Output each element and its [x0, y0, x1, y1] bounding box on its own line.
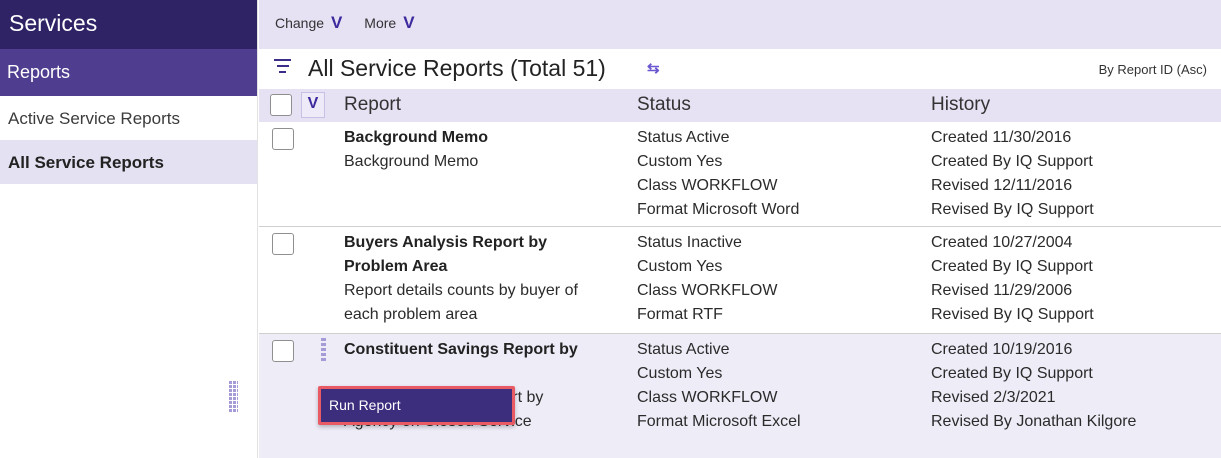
status-cell: Status Active Custom Yes Class WORKFLOW …	[637, 126, 927, 222]
more-label: More	[364, 15, 397, 31]
class-line: Class WORKFLOW	[637, 282, 778, 299]
sidebar-section-reports[interactable]: Reports	[0, 49, 257, 96]
status-cell: Status Inactive Custom Yes Class WORKFLO…	[637, 231, 927, 327]
history-cell: Created 10/19/2016 Created By IQ Support…	[931, 338, 1221, 434]
sidebar-item-active-service-reports[interactable]: Active Service Reports	[0, 96, 257, 140]
custom-line: Custom Yes	[637, 365, 723, 382]
format-line: Format RTF	[637, 306, 723, 323]
report-name-line[interactable]: Buyers Analysis Report by	[344, 231, 644, 255]
created-by-line: Created By IQ Support	[931, 365, 1093, 382]
report-name[interactable]: Background Memo	[344, 126, 644, 150]
history-cell: Created 11/30/2016 Created By IQ Support…	[931, 126, 1221, 222]
history-cell: Created 10/27/2004 Created By IQ Support…	[931, 231, 1221, 327]
sort-selector[interactable]: By Report ID (Asc)	[1099, 62, 1207, 77]
row-checkbox[interactable]	[272, 128, 294, 150]
report-name[interactable]: Constituent Savings Report by	[344, 338, 644, 362]
report-description-line: each problem area	[344, 306, 478, 323]
select-dropdown-chevron-icon[interactable]: V	[301, 92, 325, 118]
chevron-down-icon: V	[403, 13, 415, 32]
report-cell: Background Memo Background Memo	[344, 126, 644, 174]
report-cell: Buyers Analysis Report by Problem Area R…	[344, 231, 644, 327]
select-all-checkbox[interactable]	[270, 94, 292, 116]
run-report-menu-item[interactable]: Run Report	[318, 386, 515, 425]
status-cell: Status Active Custom Yes Class WORKFLOW …	[637, 338, 927, 434]
table-row[interactable]: Buyers Analysis Report by Problem Area R…	[259, 227, 1221, 334]
created-line: Created 10/19/2016	[931, 341, 1073, 358]
panel-resize-grip[interactable]	[229, 380, 238, 413]
page-title: All Service Reports (Total 51)	[308, 55, 606, 81]
format-line: Format Microsoft Excel	[637, 413, 801, 430]
status-line: Status Active	[637, 129, 730, 146]
revised-line: Revised 12/11/2016	[931, 177, 1073, 194]
created-by-line: Created By IQ Support	[931, 153, 1093, 170]
revised-by-line: Revised By IQ Support	[931, 306, 1094, 323]
sidebar-item-all-service-reports[interactable]: All Service Reports	[0, 140, 257, 184]
column-header: V Report Status History	[259, 89, 1221, 122]
toolbar: Change V More V	[259, 0, 1221, 49]
filter-lines-icon[interactable]	[274, 59, 291, 75]
format-line: Format Microsoft Word	[637, 201, 800, 218]
refresh-icon[interactable]: ⇆	[647, 59, 660, 77]
change-menu-button[interactable]: Change V	[275, 13, 343, 32]
custom-line: Custom Yes	[637, 258, 723, 275]
custom-line: Custom Yes	[637, 153, 723, 170]
created-line: Created 10/27/2004	[931, 234, 1073, 251]
revised-line: Revised 2/3/2021	[931, 389, 1056, 406]
sidebar: Services Reports Active Service Reports …	[0, 0, 258, 458]
created-by-line: Created By IQ Support	[931, 258, 1093, 275]
report-description-line: Report details counts by buyer of	[344, 282, 578, 299]
drag-handle-icon[interactable]	[321, 338, 326, 362]
list-header: All Service Reports (Total 51) ⇆ By Repo…	[259, 49, 1221, 89]
class-line: Class WORKFLOW	[637, 177, 778, 194]
status-line: Status Inactive	[637, 234, 742, 251]
revised-by-line: Revised By IQ Support	[931, 201, 1094, 218]
sidebar-title: Services	[0, 0, 257, 49]
revised-line: Revised 11/29/2006	[931, 282, 1073, 299]
created-line: Created 11/30/2016	[931, 129, 1072, 146]
row-checkbox[interactable]	[272, 233, 294, 255]
table-row[interactable]: Background Memo Background Memo Status A…	[259, 122, 1221, 227]
report-name-line[interactable]: Problem Area	[344, 255, 644, 279]
report-description: Background Memo	[344, 153, 479, 170]
row-checkbox[interactable]	[272, 340, 294, 362]
change-label: Change	[275, 15, 325, 31]
class-line: Class WORKFLOW	[637, 389, 778, 406]
column-status[interactable]: Status	[637, 94, 691, 116]
status-line: Status Active	[637, 341, 730, 358]
column-report[interactable]: Report	[344, 94, 401, 116]
more-menu-button[interactable]: More V	[364, 13, 415, 32]
column-history[interactable]: History	[931, 94, 990, 116]
chevron-down-icon: V	[331, 13, 343, 32]
revised-by-line: Revised By Jonathan Kilgore	[931, 413, 1137, 430]
